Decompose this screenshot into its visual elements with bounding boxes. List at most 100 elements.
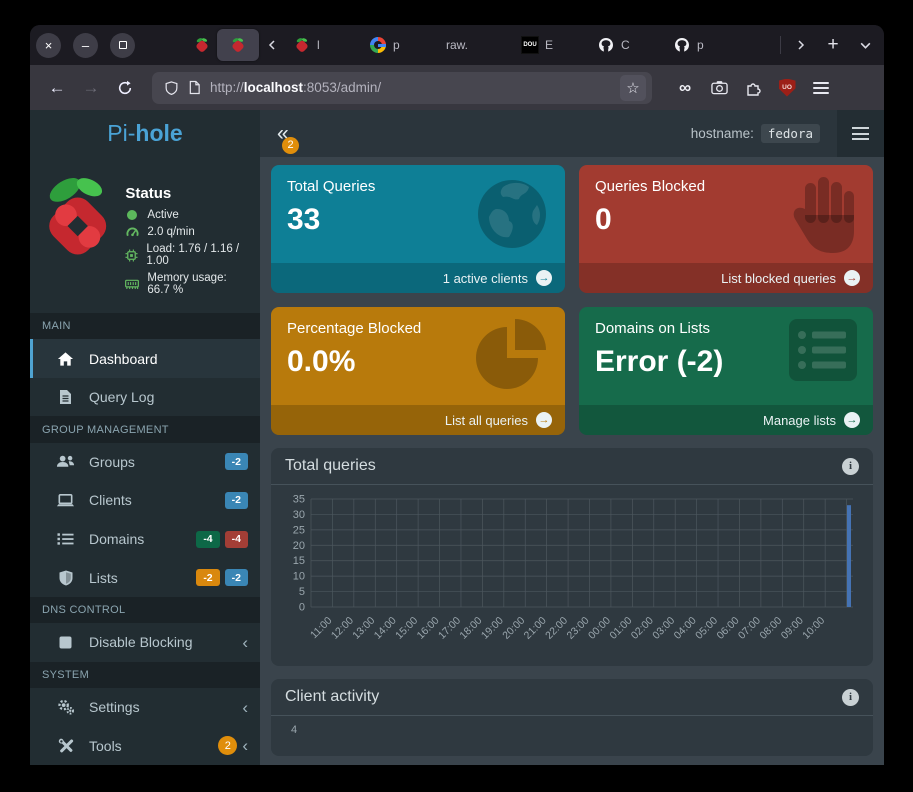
status-load-row: Load: 1.76 / 1.16 / 1.00 bbox=[125, 243, 252, 267]
back-button[interactable]: ← bbox=[42, 73, 72, 103]
window-maximize-button[interactable] bbox=[110, 33, 135, 58]
info-icon[interactable]: i bbox=[842, 458, 859, 475]
svg-text:06:00: 06:00 bbox=[715, 615, 742, 642]
info-icon[interactable]: i bbox=[842, 689, 859, 706]
domains-denied-badge: -4 bbox=[225, 531, 248, 548]
svg-text:12:00: 12:00 bbox=[329, 615, 356, 642]
total-queries-card-link[interactable]: 1 active clients → bbox=[271, 263, 565, 293]
card-footer-label: List blocked queries bbox=[721, 271, 836, 286]
sidebar-item-groups[interactable]: Groups -2 bbox=[30, 443, 260, 482]
hostname-value: fedora bbox=[761, 124, 820, 143]
lists-total-badge: -2 bbox=[225, 569, 248, 586]
screenshot-camera-icon[interactable] bbox=[704, 73, 734, 103]
reload-button[interactable] bbox=[110, 73, 140, 103]
queries-blocked-card: Queries Blocked 0 List blocked queries → bbox=[579, 165, 873, 293]
tracking-protection-shield-icon[interactable] bbox=[164, 80, 179, 96]
list-all-tabs-button[interactable] bbox=[852, 32, 878, 58]
tab-scroll-right-button[interactable] bbox=[788, 32, 814, 58]
sidebar-item-domains[interactable]: Domains -4-4 bbox=[30, 520, 260, 559]
card-title: Domains on Lists bbox=[579, 307, 873, 337]
tools-icon bbox=[56, 738, 75, 754]
total-queries-chart[interactable]: 3530252015105011:0012:0013:0014:0015:001… bbox=[277, 491, 863, 659]
svg-text:15:00: 15:00 bbox=[393, 615, 420, 642]
svg-text:07:00: 07:00 bbox=[736, 615, 763, 642]
sidebar-item-label: Domains bbox=[89, 531, 144, 547]
tab-title: raw. bbox=[446, 38, 468, 52]
total-queries-panel: Total queries i 3530252015105011:0012:00… bbox=[271, 448, 873, 666]
tab-dou[interactable]: DOU E bbox=[513, 29, 589, 61]
sidebar-item-settings[interactable]: Settings ‹ bbox=[30, 688, 260, 727]
pinned-tab-pihole-active[interactable] bbox=[217, 29, 259, 61]
card-title: Percentage Blocked bbox=[271, 307, 565, 337]
sidebar-item-disable-blocking[interactable]: Disable Blocking ‹ bbox=[30, 623, 260, 662]
chevron-left-icon: ‹ bbox=[242, 699, 248, 716]
reload-icon bbox=[117, 80, 133, 96]
groups-badge: -2 bbox=[225, 453, 248, 470]
sidebar-item-label: Dashboard bbox=[89, 351, 158, 367]
percentage-blocked-card-link[interactable]: List all queries → bbox=[271, 405, 565, 435]
svg-text:03:00: 03:00 bbox=[650, 615, 677, 642]
browser-menu-button[interactable] bbox=[806, 73, 836, 103]
url-text[interactable]: http://localhost:8053/admin/ bbox=[210, 80, 381, 95]
card-value: Error (-2) bbox=[579, 337, 873, 379]
status-load-label: Load: 1.76 / 1.16 / 1.00 bbox=[146, 243, 252, 267]
laptop-icon bbox=[56, 493, 75, 508]
pihole-logo-text[interactable]: Pi-hole bbox=[30, 110, 260, 157]
sidebar-item-label: Disable Blocking bbox=[89, 634, 193, 650]
queries-blocked-card-link[interactable]: List blocked queries → bbox=[579, 263, 873, 293]
section-main: MAIN bbox=[30, 313, 260, 339]
status-memory-row: Memory usage: 66.7 % bbox=[125, 272, 252, 296]
sidebar-item-query-log[interactable]: Query Log bbox=[30, 378, 260, 417]
svg-text:15: 15 bbox=[293, 555, 305, 567]
pihole-menu-button[interactable] bbox=[837, 110, 884, 157]
svg-text:13:00: 13:00 bbox=[350, 615, 377, 642]
shield-icon bbox=[56, 570, 75, 586]
tab-scroll-left-button[interactable] bbox=[259, 32, 285, 58]
arrow-circle-right-icon: → bbox=[844, 270, 860, 286]
sidebar-item-dashboard[interactable]: Dashboard bbox=[30, 339, 260, 378]
extensions-puzzle-icon[interactable] bbox=[738, 73, 768, 103]
tab-pihole-login[interactable]: l bbox=[285, 29, 361, 61]
card-value: 0.0% bbox=[271, 337, 565, 379]
manage-lists-card-link[interactable]: Manage lists → bbox=[579, 405, 873, 435]
sidebar-item-clients[interactable]: Clients -2 bbox=[30, 481, 260, 520]
infinity-extension-icon[interactable]: ∞ bbox=[670, 73, 700, 103]
update-badge: 2 bbox=[282, 137, 299, 154]
sidebar-collapse-button[interactable]: «2 bbox=[277, 123, 289, 144]
svg-text:35: 35 bbox=[293, 494, 305, 506]
new-tab-button[interactable]: + bbox=[820, 32, 846, 58]
sidebar-item-label: Lists bbox=[89, 570, 118, 586]
ublock-origin-icon[interactable]: UO bbox=[772, 73, 802, 103]
tab-raw[interactable]: raw. bbox=[437, 29, 513, 61]
svg-text:10:00: 10:00 bbox=[800, 615, 827, 642]
browser-window: × – l p raw. DOU E C bbox=[30, 25, 884, 765]
svg-text:0: 0 bbox=[299, 602, 305, 614]
browser-tab-bar: × – l p raw. DOU E C bbox=[30, 25, 884, 65]
clients-badge: -2 bbox=[225, 492, 248, 509]
status-active-label: Active bbox=[147, 209, 178, 221]
pihole-favicon bbox=[294, 37, 310, 53]
tab-github-1[interactable]: C bbox=[589, 29, 665, 61]
section-system: SYSTEM bbox=[30, 662, 260, 688]
bookmark-star-button[interactable]: ☆ bbox=[620, 75, 646, 101]
window-minimize-button[interactable]: – bbox=[73, 33, 98, 58]
pinned-tab-pihole[interactable] bbox=[187, 29, 217, 61]
dou-favicon: DOU bbox=[522, 37, 538, 53]
svg-text:20: 20 bbox=[293, 540, 305, 552]
url-bar[interactable]: http://localhost:8053/admin/ ☆ bbox=[152, 72, 652, 104]
svg-text:04:00: 04:00 bbox=[672, 615, 699, 642]
svg-text:25: 25 bbox=[293, 524, 305, 536]
tab-google[interactable]: p bbox=[361, 29, 437, 61]
svg-text:08:00: 08:00 bbox=[757, 615, 784, 642]
forward-button[interactable]: → bbox=[76, 73, 106, 103]
sidebar-item-lists[interactable]: Lists -2-2 bbox=[30, 558, 260, 597]
panel-title: Total queries bbox=[285, 457, 376, 475]
brand-pi: Pi- bbox=[107, 120, 135, 147]
chevron-right-icon bbox=[795, 39, 807, 51]
page-info-icon[interactable] bbox=[188, 80, 201, 95]
tab-github-2[interactable]: p bbox=[665, 29, 741, 61]
section-dns-control: DNS CONTROL bbox=[30, 597, 260, 623]
window-close-button[interactable]: × bbox=[36, 33, 61, 58]
status-rate-label: 2.0 q/min bbox=[147, 226, 194, 238]
sidebar-item-tools[interactable]: Tools 2‹ bbox=[30, 727, 260, 766]
